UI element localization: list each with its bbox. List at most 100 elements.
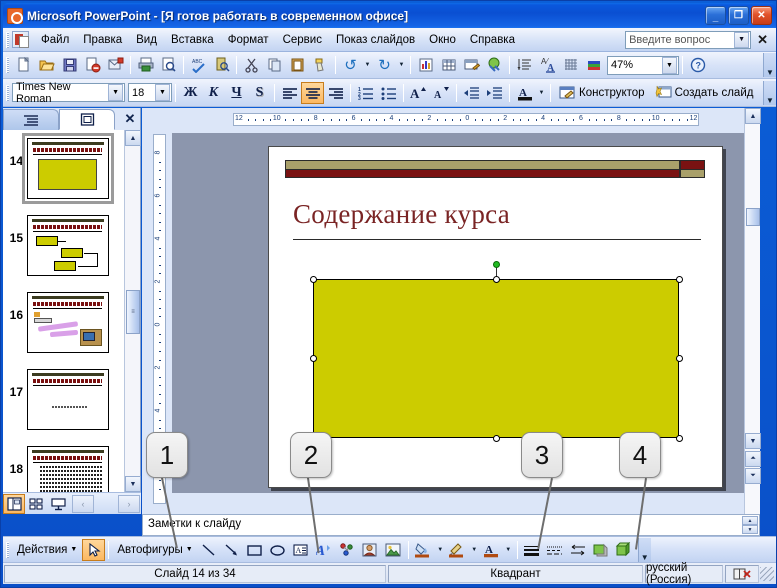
fill-color-icon[interactable] (412, 539, 435, 561)
notes-scroll-down-button[interactable]: ▼ (742, 525, 758, 534)
align-center-button[interactable] (301, 81, 324, 104)
zoom-combo[interactable]: 47% ▼ (607, 55, 679, 75)
font-size-combo[interactable]: 18 ▼ (128, 83, 172, 102)
resize-handle-bottom-right[interactable] (675, 434, 683, 442)
slide-thumbnail[interactable] (27, 369, 109, 430)
minimize-button[interactable]: _ (705, 6, 726, 25)
thumbnail-scrollbar[interactable]: ▲ ≡ ▼ (124, 130, 141, 492)
close-document-button[interactable]: ✕ (751, 32, 774, 48)
yellow-rectangle-shape[interactable] (313, 279, 679, 438)
decrease-indent-button[interactable] (460, 82, 483, 104)
slide-design-button[interactable]: Конструктор (554, 83, 650, 102)
menu-item-slideshow[interactable]: Показ слайдов (329, 31, 422, 49)
resize-handle-top-center[interactable] (492, 275, 500, 283)
font-color-icon[interactable]: A (480, 539, 503, 561)
chevron-down-icon[interactable]: ▼ (70, 546, 77, 553)
resize-handle-top-right[interactable] (675, 275, 683, 283)
insert-chart-icon[interactable] (414, 54, 437, 76)
line-color-dropdown-icon[interactable]: ▼ (469, 539, 480, 561)
chevron-down-icon[interactable]: ▼ (108, 84, 123, 101)
oval-icon[interactable] (267, 539, 290, 561)
menu-item-insert[interactable]: Вставка (164, 31, 221, 49)
spelling-icon[interactable]: ABC (187, 54, 210, 76)
notes-scroll-up-button[interactable]: ▲ (742, 516, 758, 525)
resize-handle-middle-right[interactable] (675, 355, 683, 362)
resize-handle-middle-left[interactable] (309, 355, 317, 362)
previous-slide-button[interactable]: ⏶ (745, 451, 761, 467)
slide-title-text[interactable]: Содержание курса (293, 199, 510, 230)
toolbar-overflow-button[interactable]: ▼ (763, 53, 776, 77)
draw-actions-button[interactable]: Действия ▼ (12, 542, 82, 558)
scrollbar-thumb[interactable] (746, 208, 760, 226)
copy-icon[interactable] (263, 54, 286, 76)
list-item[interactable]: 17 (3, 363, 125, 430)
diagram-icon[interactable] (336, 539, 359, 561)
close-pane-button[interactable]: ✕ (120, 108, 140, 130)
chevron-down-icon[interactable]: ▼ (186, 546, 193, 553)
list-item[interactable]: 15 (3, 209, 125, 276)
close-button[interactable]: ✕ (751, 6, 772, 25)
resize-handle-top-left[interactable] (309, 275, 317, 283)
select-objects-icon[interactable] (82, 538, 106, 561)
redo-dropdown-icon[interactable]: ▼ (396, 54, 407, 76)
decrease-font-size-button[interactable]: A (430, 82, 453, 104)
list-item[interactable]: 16 (3, 286, 125, 353)
next-slide-button[interactable]: › (118, 494, 140, 513)
resize-handle-bottom-center[interactable] (492, 434, 500, 442)
permission-icon[interactable] (81, 54, 104, 76)
show-formatting-icon[interactable]: A ⁄ A (536, 54, 559, 76)
notes-scrollbar[interactable]: ▲ ▼ (742, 516, 758, 534)
font-color-dropdown-icon[interactable]: ▼ (536, 82, 547, 104)
insert-table-word-icon[interactable] (460, 54, 483, 76)
bullets-button[interactable] (377, 82, 400, 104)
menu-item-file[interactable]: Файл (34, 31, 76, 49)
chevron-down-icon[interactable]: ▼ (734, 31, 750, 48)
research-icon[interactable] (210, 54, 233, 76)
slide-thumbnail[interactable] (27, 292, 109, 353)
align-right-button[interactable] (324, 82, 347, 104)
chevron-down-icon[interactable]: ▼ (155, 84, 170, 101)
document-control-icon[interactable] (12, 31, 29, 48)
formatting-toolbar-overflow-button[interactable]: ▼ (763, 80, 776, 105)
slide-sorter-view-button[interactable] (25, 494, 47, 514)
line-icon[interactable] (198, 539, 221, 561)
previous-slide-button[interactable]: ‹ (72, 494, 94, 513)
format-painter-icon[interactable] (309, 54, 332, 76)
window-resize-grip[interactable] (760, 566, 774, 581)
picture-icon[interactable] (382, 539, 405, 561)
tab-outline[interactable] (3, 109, 59, 130)
insert-hyperlink-icon[interactable] (483, 54, 506, 76)
menu-item-format[interactable]: Формат (221, 31, 276, 49)
normal-view-button[interactable] (3, 493, 25, 514)
bold-button[interactable]: Ж (179, 82, 202, 104)
underline-button[interactable]: Ч (225, 82, 248, 104)
paste-icon[interactable] (286, 54, 309, 76)
spelling-status-icon[interactable] (725, 564, 759, 583)
cut-icon[interactable] (240, 54, 263, 76)
fill-color-dropdown-icon[interactable]: ▼ (435, 539, 446, 561)
new-icon[interactable] (12, 54, 35, 76)
scroll-down-button[interactable]: ▼ (125, 476, 141, 492)
scroll-up-button[interactable]: ▲ (125, 130, 141, 146)
menu-item-tools[interactable]: Сервис (276, 31, 329, 49)
next-slide-button[interactable]: ⏷ (745, 468, 761, 484)
ask-a-question-input[interactable]: Введите вопрос ▼ (625, 30, 752, 49)
expand-all-icon[interactable] (513, 54, 536, 76)
undo-icon[interactable]: ↺ (339, 54, 362, 76)
rotation-handle[interactable] (492, 261, 500, 268)
chevron-down-icon[interactable]: ▼ (662, 56, 677, 74)
scrollbar-thumb[interactable]: ≡ (126, 290, 140, 334)
numbering-button[interactable]: 123 (354, 82, 377, 104)
scroll-down-button[interactable]: ▼ (745, 433, 761, 449)
slide-show-button[interactable] (47, 494, 69, 514)
arrow-style-icon[interactable] (567, 539, 590, 561)
list-item[interactable]: 18 (3, 440, 125, 492)
rectangle-icon[interactable] (244, 539, 267, 561)
color-grayscale-icon[interactable] (582, 54, 605, 76)
italic-button[interactable]: К (202, 82, 225, 104)
show-grid-icon[interactable] (559, 54, 582, 76)
print-icon[interactable] (134, 54, 157, 76)
font-color-button[interactable]: A (513, 82, 536, 104)
drawing-toolbar-grip[interactable] (6, 541, 9, 558)
autoshapes-button[interactable]: Автофигуры ▼ (112, 542, 197, 558)
